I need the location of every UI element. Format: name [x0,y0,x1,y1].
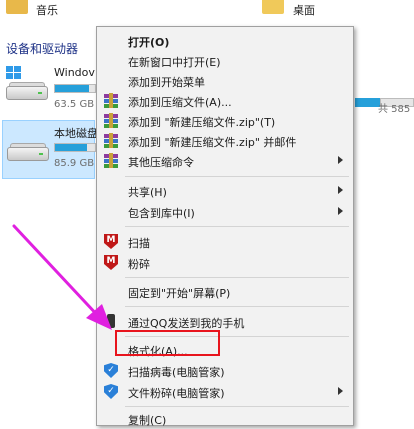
menu-item-label: 复制(C) [128,414,167,427]
menu-item-copy[interactable]: 复制(C) [99,409,351,429]
drive-c-usage-bar [54,84,96,93]
desktop-folder-icon[interactable] [262,0,284,14]
menu-item-label: 粉碎 [128,258,150,271]
music-folder-icon[interactable] [6,0,28,14]
menu-separator [125,406,349,407]
winrar-icon [104,153,118,168]
chevron-right-icon [338,207,343,215]
menu-separator [125,226,349,227]
menu-item-open-new-window[interactable]: 在新窗口中打开(E) [99,51,351,71]
context-menu: 打开(O) 在新窗口中打开(E) 添加到开始菜单 添加到压缩文件(A)... 添… [96,26,354,429]
guard-shield-icon: ✓ [104,384,118,399]
menu-item-label: 包含到库中(I) [128,207,195,220]
phone-icon [107,314,115,328]
menu-item-label: 添加到压缩文件(A)... [128,96,232,109]
music-folder-label[interactable]: 音乐 [36,2,58,18]
menu-item-label: 打开(O) [128,36,170,49]
menu-item-label: 添加到 "新建压缩文件.zip" 并邮件 [128,136,297,149]
menu-separator [125,306,349,307]
menu-item-file-shred-guard[interactable]: ✓ 文件粉碎(电脑管家) [99,382,351,402]
menu-item-add-to-archive[interactable]: 添加到压缩文件(A)... [99,91,351,111]
chevron-right-icon [338,156,343,164]
guard-shield-icon: ✓ [104,363,118,378]
menu-item-send-via-qq[interactable]: 通过QQ发送到我的手机 [99,312,351,332]
drive-c-size: 63.5 GB [54,99,95,110]
menu-item-pin-to-start[interactable]: 固定到"开始"屏幕(P) [99,282,351,302]
winrar-icon [104,133,118,148]
desktop-folder-label[interactable]: 桌面 [293,2,315,18]
menu-item-label: 添加到开始菜单 [128,76,205,89]
drive-c-name: Windov [54,66,95,79]
menu-item-virus-scan-guard[interactable]: ✓ 扫描病毒(电脑管家) [99,361,351,381]
menu-item-add-to-start[interactable]: 添加到开始菜单 [99,71,351,91]
menu-item-add-to-zip[interactable]: 添加到 "新建压缩文件.zip"(T) [99,111,351,131]
drive-d-name: 本地磁盘 [54,127,96,140]
menu-item-label: 共享(H) [128,186,167,199]
menu-item-label: 添加到 "新建压缩文件.zip"(T) [128,116,276,129]
menu-item-label: 文件粉碎(电脑管家) [128,387,225,400]
chevron-right-icon [338,186,343,194]
drive-d-row[interactable]: 本地磁盘 85.9 GB [2,120,96,179]
menu-item-label: 固定到"开始"屏幕(P) [128,287,231,300]
windows-logo-icon [6,66,21,80]
menu-item-label: 其他压缩命令 [128,156,194,169]
mcafee-icon: M [104,234,118,249]
devices-section-header[interactable]: 设备和驱动器 [6,40,78,57]
winrar-icon [104,93,118,108]
mcafee-icon: M [104,255,118,270]
menu-item-share[interactable]: 共享(H) [99,181,351,201]
hard-drive-icon [6,82,48,102]
chevron-right-icon [338,387,343,395]
format-highlight-box [115,330,220,356]
menu-item-label: 通过QQ发送到我的手机 [128,317,245,330]
menu-item-open[interactable]: 打开(O) [99,31,351,51]
right-drive-free-text: 共 585 [378,104,411,115]
winrar-icon [104,113,118,128]
hard-drive-icon [7,143,49,163]
menu-item-other-compress[interactable]: 其他压缩命令 [99,151,351,171]
menu-separator [125,176,349,177]
drive-d-usage-bar [54,143,96,152]
menu-item-shred[interactable]: M 粉碎 [99,253,351,273]
menu-item-add-to-zip-email[interactable]: 添加到 "新建压缩文件.zip" 并邮件 [99,131,351,151]
menu-separator [125,277,349,278]
menu-item-label: 在新窗口中打开(E) [128,56,221,69]
drive-d-size: 85.9 GB [54,158,95,169]
drive-c-row[interactable]: Windov 63.5 GB [2,62,96,121]
menu-item-include-in-library[interactable]: 包含到库中(I) [99,202,351,222]
menu-item-label: 扫描病毒(电脑管家) [128,366,225,379]
menu-item-scan[interactable]: M 扫描 [99,232,351,252]
menu-item-label: 扫描 [128,237,150,250]
